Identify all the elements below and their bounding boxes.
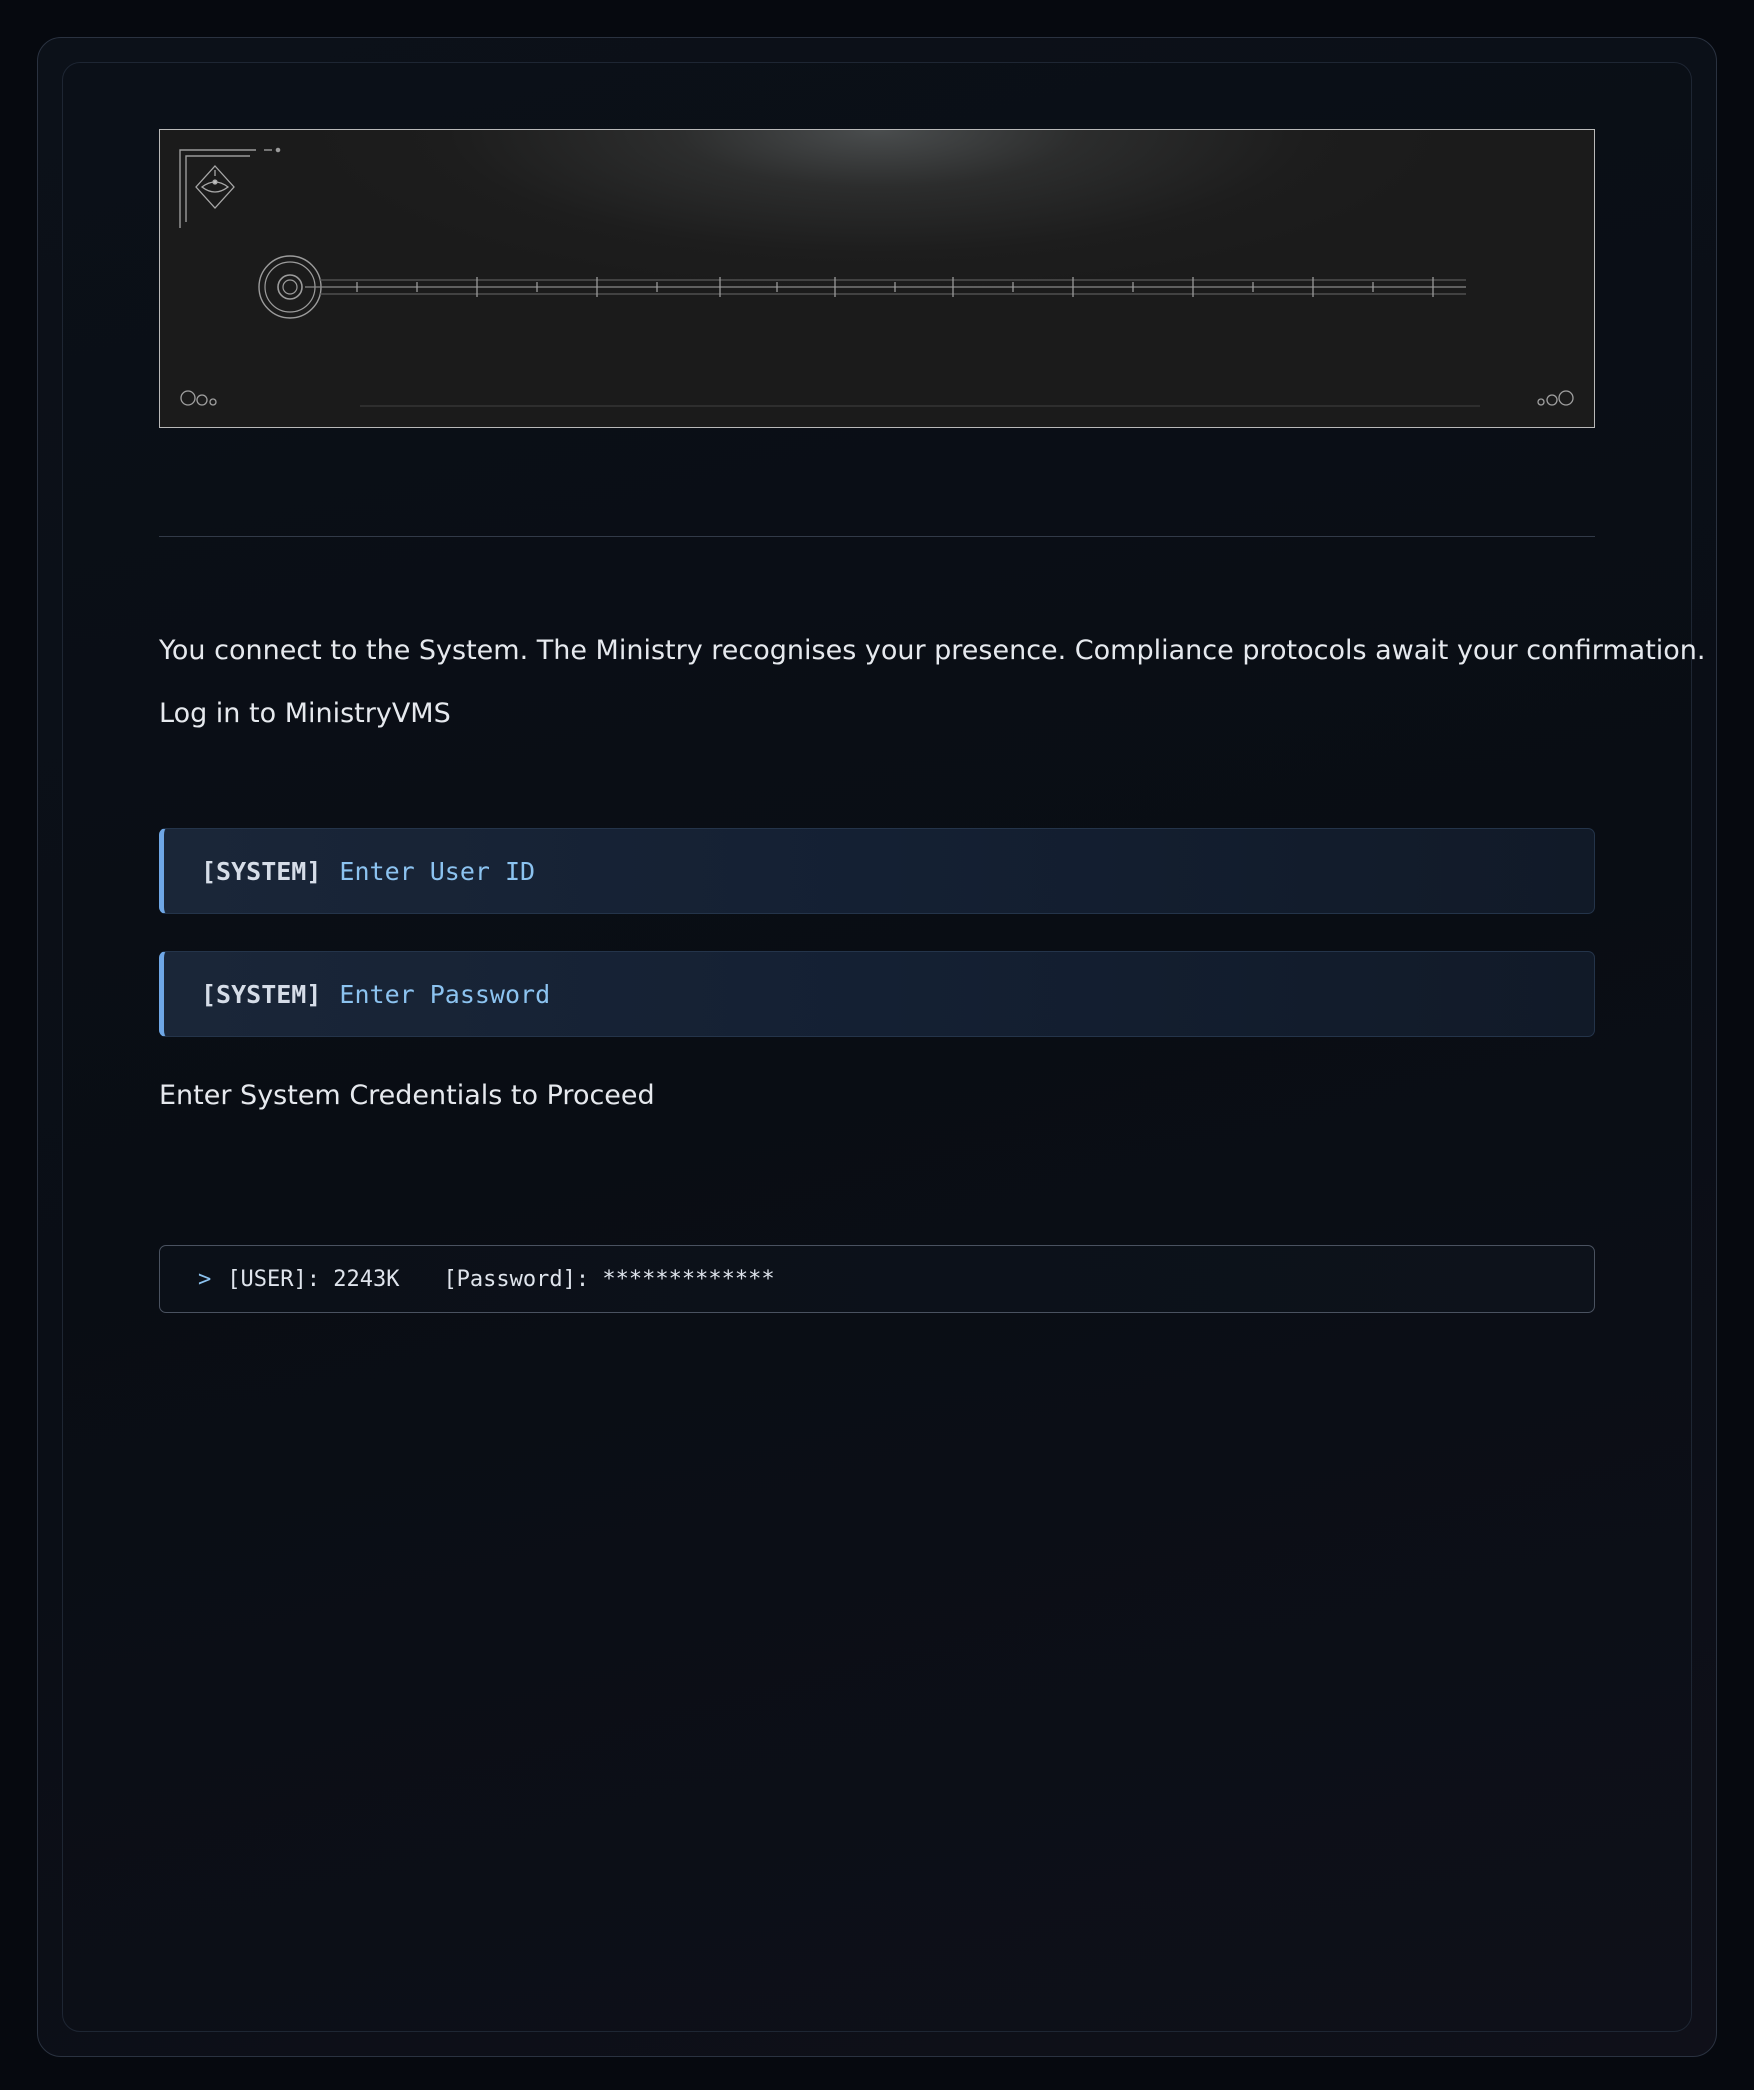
user-id-field[interactable]: [SYSTEM] Enter User ID: [159, 828, 1595, 914]
password-credential: [Password]: *************: [443, 1266, 775, 1292]
bottom-left-dots-icon: [180, 390, 217, 406]
bottom-right-dots-icon: [1537, 390, 1574, 406]
timeline-ruler: [305, 279, 1466, 295]
password-prompt: Enter Password: [339, 979, 551, 1009]
credentials-console: > [USER]: 2243K [Password]: *************: [159, 1245, 1595, 1313]
proceed-instruction: Enter System Credentials to Proceed: [159, 1080, 655, 1111]
user-id-prompt: Enter User ID: [339, 856, 536, 886]
system-tag: [SYSTEM]: [201, 979, 322, 1009]
corner-bracket: [179, 147, 281, 228]
diamond-eye-icon: [195, 165, 235, 209]
intro-message: You connect to the System. The Ministry …: [159, 635, 1706, 666]
prompt-caret: >: [198, 1266, 212, 1292]
banner-artwork: [179, 147, 1574, 407]
user-credential: [USER]: 2243K: [227, 1266, 400, 1292]
system-tag: [SYSTEM]: [201, 856, 322, 886]
login-heading: Log in to MinistryVMS: [159, 698, 451, 729]
main-panel: You connect to the System. The Ministry …: [62, 62, 1706, 2032]
password-field[interactable]: [SYSTEM] Enter Password: [159, 951, 1595, 1037]
header-banner: [159, 129, 1595, 428]
outer-frame: You connect to the System. The Ministry …: [37, 37, 1717, 2057]
section-divider: [159, 536, 1595, 537]
